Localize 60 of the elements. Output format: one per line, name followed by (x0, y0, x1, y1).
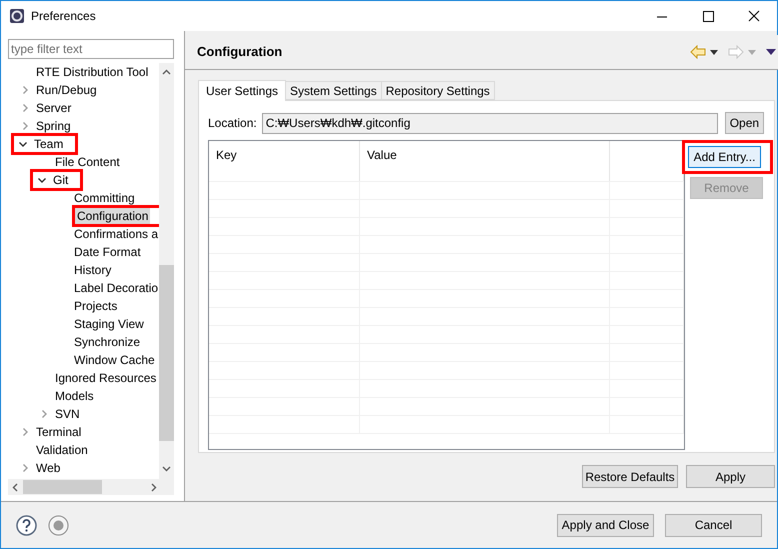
app-icon (9, 8, 25, 24)
tree-item[interactable]: Spring (34, 118, 73, 134)
page-title: Configuration (197, 43, 282, 62)
tree-item[interactable]: Staging View (72, 316, 146, 332)
expand-chevron-icon[interactable] (21, 104, 29, 112)
settings-tab[interactable]: Repository Settings (382, 81, 495, 100)
open-button[interactable]: Open (724, 112, 764, 134)
tree-item[interactable]: Window Cache (72, 352, 157, 368)
cancel-button[interactable]: Cancel (665, 514, 762, 536)
settings-tab[interactable]: User Settings (198, 80, 286, 101)
scroll-left-icon[interactable] (12, 482, 18, 492)
tree-item[interactable]: Validation (34, 442, 90, 458)
tree-item[interactable]: Configuration (75, 208, 150, 224)
tree-item[interactable]: Committing (72, 190, 137, 206)
tree-item[interactable]: Confirmations a (72, 226, 159, 242)
column-header[interactable]: Value (367, 148, 397, 162)
scroll-down-icon[interactable] (162, 466, 171, 472)
scroll-up-icon[interactable] (162, 69, 171, 75)
tree-item[interactable]: Web (34, 460, 62, 476)
expand-chevron-icon[interactable] (21, 464, 29, 472)
settings-tab[interactable]: System Settings (286, 81, 382, 100)
expand-chevron-icon[interactable] (21, 428, 29, 436)
tree-item[interactable]: Models (53, 388, 96, 404)
tree-item[interactable]: Run/Debug (34, 82, 99, 98)
scroll-right-icon[interactable] (151, 482, 157, 492)
scrollbar-thumb[interactable] (159, 265, 174, 441)
tree-item[interactable]: Projects (72, 298, 120, 314)
location-field[interactable]: C:₩Users₩kdh₩.gitconfig (262, 112, 718, 134)
expand-chevron-icon[interactable] (21, 86, 29, 94)
expand-chevron-icon[interactable] (40, 410, 48, 418)
location-label: Location: (208, 115, 257, 132)
tree-item[interactable]: Date Format (72, 244, 143, 260)
tree-item[interactable]: File Content (53, 154, 122, 170)
column-header[interactable]: Key (216, 148, 237, 162)
collapse-chevron-icon[interactable] (19, 140, 27, 148)
tree-item[interactable]: Git (51, 172, 70, 188)
apply-and-close-button[interactable]: Apply and Close (557, 514, 654, 536)
collapse-chevron-icon[interactable] (38, 176, 46, 184)
tree-item[interactable]: History (72, 262, 114, 278)
record-icon[interactable] (48, 514, 69, 536)
tree-item[interactable]: Ignored Resources (53, 370, 158, 386)
restore-defaults-button[interactable]: Restore Defaults (582, 465, 678, 488)
tree-item[interactable]: Synchronize (72, 334, 142, 350)
tree-item[interactable]: Terminal (34, 424, 84, 440)
tree-item[interactable]: Team (32, 136, 66, 152)
tree-item[interactable]: Server (34, 100, 74, 116)
dropdown-icon[interactable] (710, 50, 718, 54)
tree-item[interactable]: SVN (53, 406, 82, 422)
help-icon[interactable] (16, 514, 37, 536)
dropdown-icon (748, 50, 756, 54)
view-menu-icon[interactable] (766, 49, 776, 55)
apply-button[interactable]: Apply (686, 465, 775, 488)
filter-field[interactable]: type filter text (8, 39, 174, 59)
forward-arrow-icon (728, 45, 744, 59)
scrollbar-thumb[interactable] (23, 480, 102, 494)
expand-chevron-icon[interactable] (21, 122, 29, 130)
tree-item[interactable]: RTE Distribution Tool (34, 64, 150, 80)
window-title: Preferences (31, 8, 96, 25)
add-entry-button[interactable]: Add Entry... (688, 146, 761, 168)
tree-item[interactable]: Label Decoratio (72, 280, 159, 296)
